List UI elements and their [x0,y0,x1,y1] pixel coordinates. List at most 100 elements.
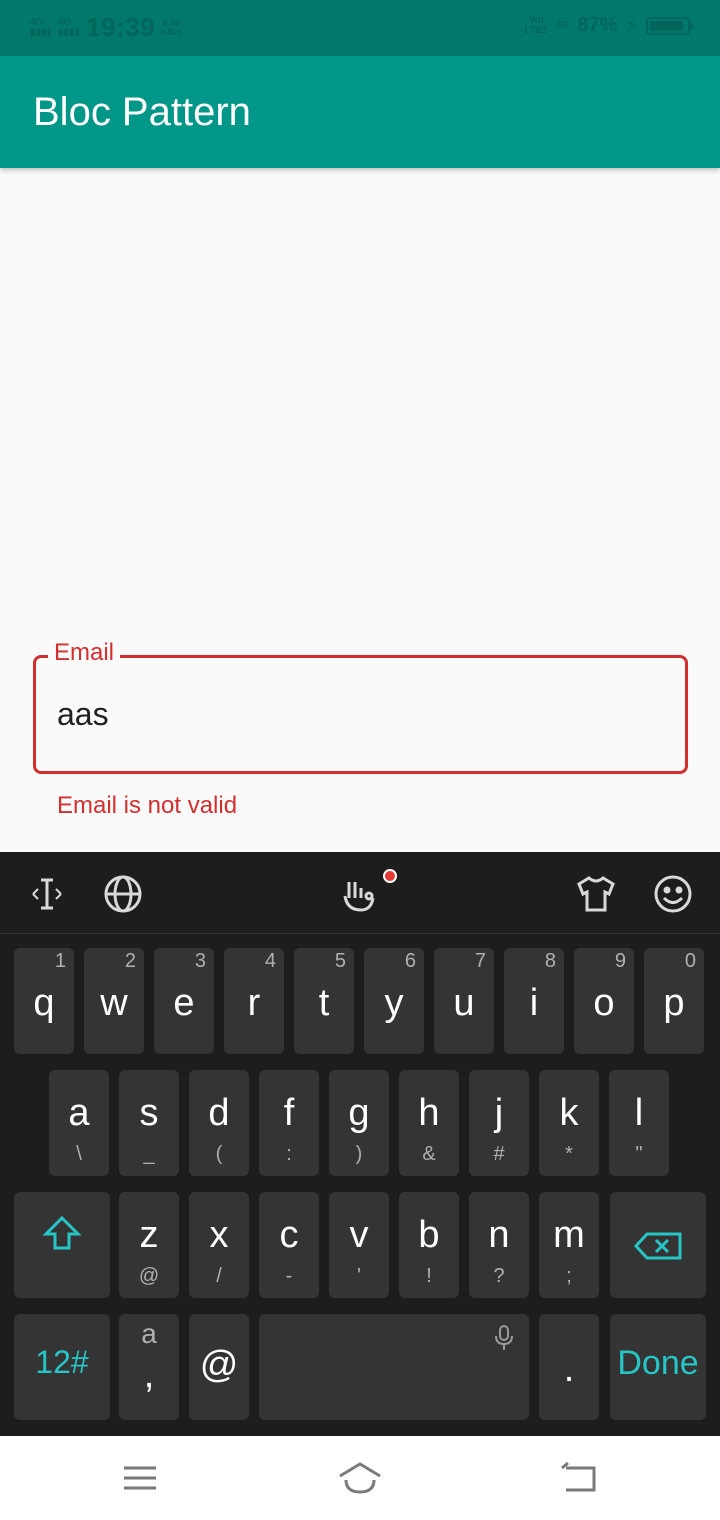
key-o-secondary: 9 [614,950,626,972]
key-w[interactable]: 2w [84,948,144,1054]
navigation-bar [0,1436,720,1520]
signal-indicator-2: 4G ▮▮▮▮ [58,16,81,38]
key-p-secondary: 0 [684,950,696,972]
key-k-label: k [559,1092,579,1134]
notification-dot [383,869,397,883]
done-key-label: Done [617,1344,699,1382]
app-title: Bloc Pattern [33,90,251,134]
app-bar: Bloc Pattern [0,56,720,168]
key-m[interactable]: ; m [539,1192,599,1298]
key-k-secondary: * [565,1143,573,1165]
email-error-text: Email is not valid [57,792,238,819]
key-z[interactable]: @ z [119,1192,179,1298]
key-r-secondary: 4 [264,950,276,972]
key-j-secondary: # [493,1143,505,1165]
battery-icon [646,16,693,35]
key-y[interactable]: 6y [364,948,424,1054]
space-key[interactable] [259,1314,529,1420]
key-i-secondary: 8 [544,950,556,972]
key-d-secondary: ( [215,1143,223,1165]
status-bar: 4G ▮▮▮▮ 4G ▮▮▮▮ 19:39 8.10 KB/s Vol LTE1… [0,0,720,56]
key-s-label: s [139,1092,159,1134]
key-q[interactable]: 1q [14,948,74,1054]
key-j[interactable]: # j [469,1070,529,1176]
mode-12-key-label: 12# [35,1344,89,1380]
key-r[interactable]: 4r [224,948,284,1054]
key-a[interactable]: \ a [49,1070,109,1176]
key-m-secondary: ; [566,1265,572,1287]
key-o-label: o [593,982,615,1024]
key-g-secondary: ) [355,1143,363,1165]
done-key[interactable]: Done [610,1314,706,1420]
backspace-key[interactable] [610,1192,706,1298]
key-f-secondary: : [286,1143,292,1165]
comma-key-label: , [143,1354,155,1396]
emoji-icon[interactable] [651,872,695,916]
mode-12-key[interactable]: 12# [14,1314,110,1420]
key-k[interactable]: * k [539,1070,599,1176]
key-x[interactable]: / x [189,1192,249,1298]
key-z-label: z [139,1214,159,1256]
key-t[interactable]: 5t [294,948,354,1054]
key-h-label: h [418,1092,440,1134]
key-l-secondary: " [635,1143,643,1165]
key-b[interactable]: ! b [399,1192,459,1298]
key-l[interactable]: " l [609,1070,669,1176]
key-u[interactable]: 7u [434,948,494,1054]
key-v[interactable]: ' v [329,1192,389,1298]
key-j-label: j [494,1092,504,1134]
comma-key[interactable]: ,a [119,1314,179,1420]
key-f[interactable]: :f [259,1070,319,1176]
status-left: 4G ▮▮▮▮ 4G ▮▮▮▮ 19:39 8.10 KB/s [30,12,182,43]
key-w-secondary: 2 [124,950,136,972]
key-o[interactable]: 9o [574,948,634,1054]
key-a-secondary: \ [76,1143,82,1165]
globe-icon[interactable] [101,872,145,916]
cursor-icon[interactable] [25,872,69,916]
email-label: Email [48,638,121,668]
key-d-label: d [208,1092,230,1134]
key-d[interactable]: (d [189,1070,249,1176]
period-key-label: . [563,1348,575,1390]
theme-shirt-icon[interactable] [574,872,618,916]
charging-icon: ⚡ [625,15,638,35]
key-c-secondary: - [285,1265,293,1287]
microphone-icon [493,1324,515,1357]
back-icon[interactable] [558,1458,598,1498]
key-p-label: p [663,982,685,1024]
key-g[interactable]: ) g [329,1070,389,1176]
key-n-secondary: ? [493,1265,505,1287]
key-s[interactable]: _ s [119,1070,179,1176]
key-t-label: t [318,982,330,1024]
key-h[interactable]: & h [399,1070,459,1176]
menu-icon[interactable] [120,1458,160,1498]
at-key-label: @ [199,1344,239,1386]
key-n[interactable]: ? n [469,1192,529,1298]
at-key[interactable]: @ [189,1314,249,1420]
key-i-label: i [529,982,539,1024]
key-p[interactable]: 0p [644,948,704,1054]
volte-indicator: Vol LTE1 [524,14,548,36]
key-u-label: u [453,982,475,1024]
key-e[interactable]: 3e [154,948,214,1054]
period-key[interactable]: . [539,1314,599,1420]
key-u-secondary: 7 [474,950,486,972]
key-s-secondary: _ [143,1143,155,1165]
key-l-label: l [634,1092,644,1134]
email-field[interactable]: Email aas [33,638,688,774]
battery-percent: 87% [577,14,618,36]
home-icon[interactable] [336,1458,384,1498]
email-value[interactable]: aas [57,696,109,733]
key-i[interactable]: 8i [504,948,564,1054]
gesture-icon[interactable] [337,872,381,916]
key-c[interactable]: -c [259,1192,319,1298]
comma-key-secondary: a [141,1318,157,1349]
key-g-label: g [348,1092,370,1134]
key-f-label: f [283,1092,295,1134]
backspace-icon [610,1228,706,1271]
key-y-secondary: 6 [404,950,416,972]
key-m-label: m [553,1214,585,1256]
shift-key[interactable] [14,1192,110,1298]
keyboard-toolbar [0,852,720,934]
key-b-label: b [418,1214,440,1256]
